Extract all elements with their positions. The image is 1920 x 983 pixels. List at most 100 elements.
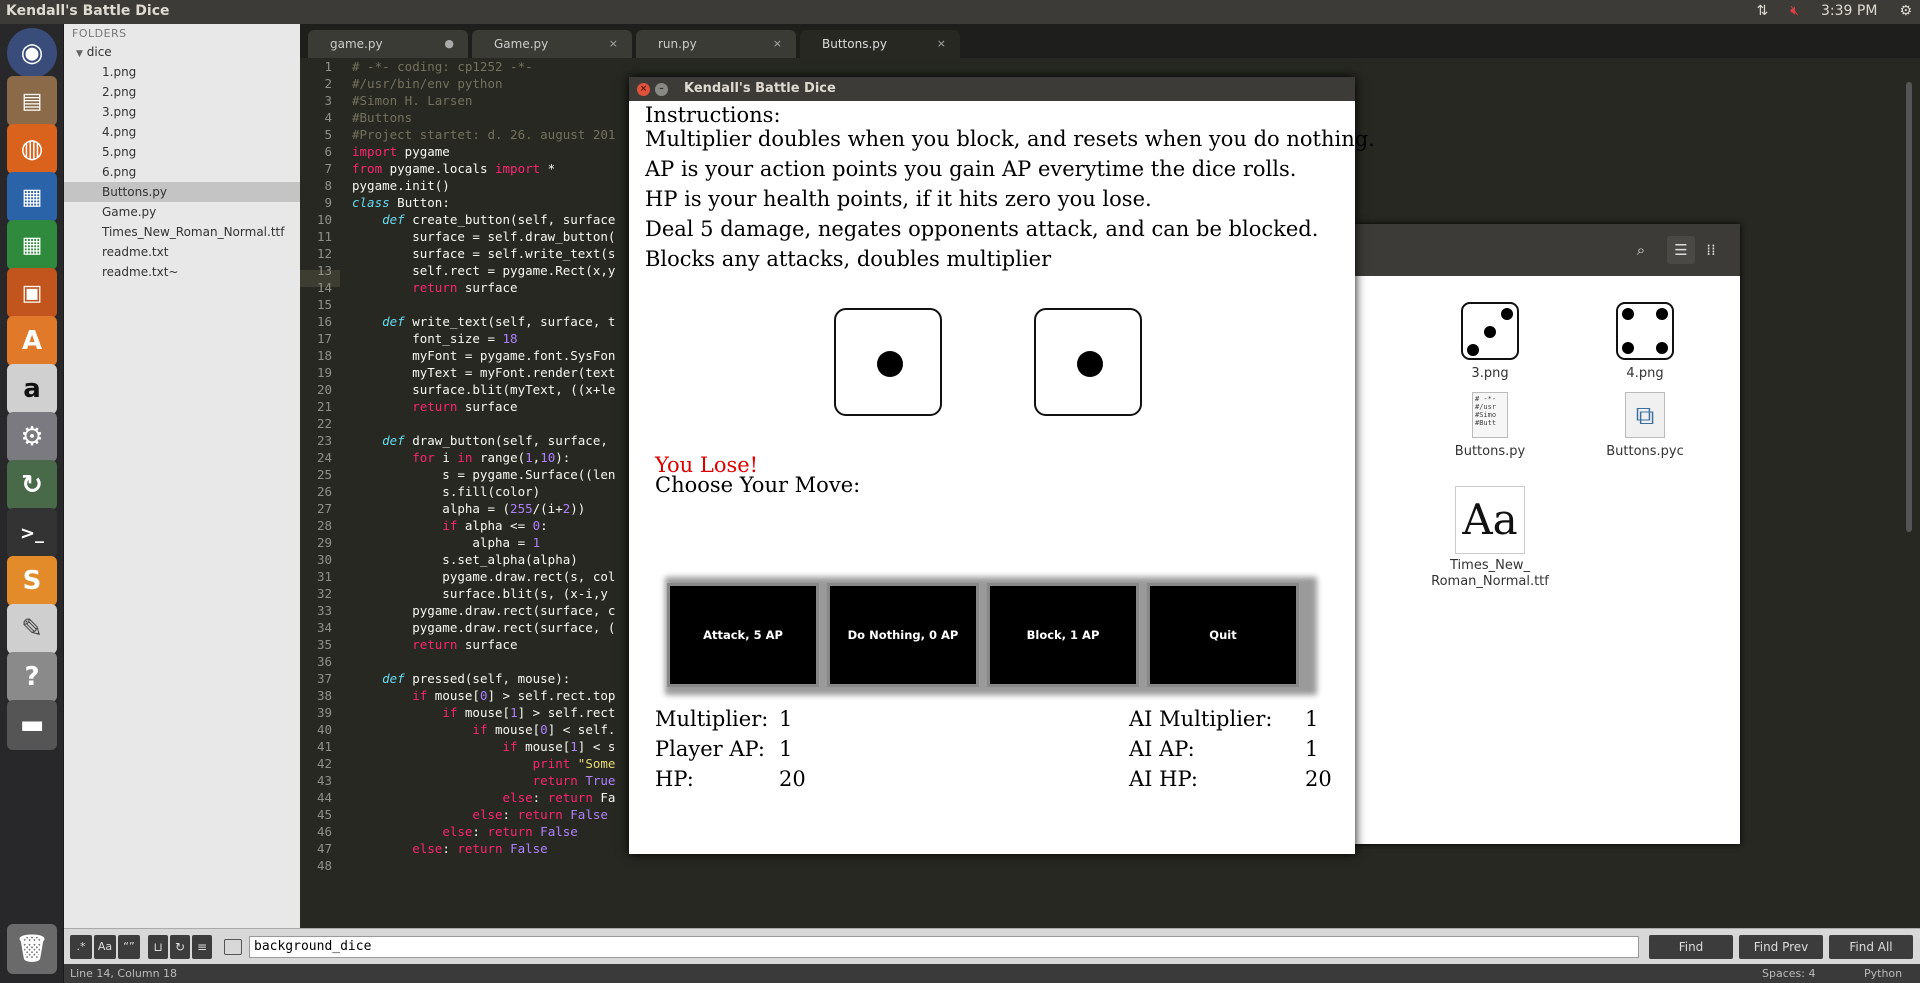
modified-dot-icon[interactable]: ● <box>444 30 454 58</box>
code-line: def create_button(self, surface <box>382 212 616 227</box>
code-line: #Buttons <box>352 110 413 125</box>
die-pip <box>877 351 903 377</box>
sidebar-file[interactable]: 6.png <box>64 162 300 182</box>
whole-word-toggle[interactable]: “” <box>118 935 140 959</box>
close-icon[interactable]: × <box>637 83 650 96</box>
line-number: 44 <box>316 790 332 805</box>
clock[interactable]: 3:39 PM <box>1821 3 1877 19</box>
ubuntu-dash-icon[interactable]: ◉ <box>7 28 57 78</box>
code-line: return surface <box>412 280 518 295</box>
code-line: # -*- coding: cp1252 -*- <box>352 59 533 74</box>
text-editor-icon[interactable]: ✎ <box>7 604 57 654</box>
grid-view-icon[interactable]: ⁞⁞ <box>1697 236 1725 264</box>
attack-button[interactable]: Attack, 5 AP <box>667 583 819 687</box>
sidebar-folder-dice[interactable]: ▼ dice <box>64 42 300 62</box>
terminal-icon[interactable]: >_ <box>7 508 57 558</box>
line-number-gutter: 1 2 3 4 5 6 7 8 9 10 11 12 13 14 15 16 17 18 19 20 21 22 23 24 2… <box>300 58 340 928</box>
sidebar-file[interactable]: 4.png <box>64 122 300 142</box>
list-view-icon[interactable]: ☰ <box>1667 236 1695 264</box>
update-manager-icon[interactable]: ↻ <box>7 460 57 510</box>
instructions-heading: Instructions: <box>645 103 781 127</box>
line-number: 17 <box>316 331 332 346</box>
tab-game-py[interactable]: game.py ● <box>308 30 468 58</box>
files-icon[interactable]: ▤ <box>7 76 57 126</box>
trash-icon[interactable]: 🗑︎ <box>7 924 57 974</box>
firefox-icon[interactable]: ◍ <box>7 124 57 174</box>
wrap-toggle[interactable]: ↻ <box>170 935 190 959</box>
game-canvas[interactable]: Instructions: Multiplier doubles when yo… <box>629 101 1375 854</box>
code-line: return surface <box>412 637 518 652</box>
code-line: alpha = 1 <box>352 535 541 550</box>
indentation-setting[interactable]: Spaces: 4 <box>1762 964 1815 983</box>
in-selection-toggle[interactable]: ≡ <box>192 935 212 959</box>
amazon-icon[interactable]: a <box>7 364 57 414</box>
gear-icon[interactable]: ⚙ <box>1899 3 1912 19</box>
sidebar-file[interactable]: Times_New_Roman_Normal.ttf <box>64 222 300 242</box>
dice-three-icon <box>1461 302 1519 360</box>
sidebar-file[interactable]: 3.png <box>64 102 300 122</box>
instruction-line: Deal 5 damage, negates opponents attack,… <box>645 217 1319 241</box>
floppy-disk-icon[interactable]: ▬ <box>7 700 57 750</box>
sidebar-file[interactable]: 2.png <box>64 82 300 102</box>
find-all-button[interactable]: Find All <box>1829 935 1913 959</box>
line-number: 20 <box>316 382 332 397</box>
game-titlebar[interactable]: × – Kendall's Battle Dice <box>629 77 1355 101</box>
system-settings-icon[interactable]: ⚙ <box>7 412 57 462</box>
help-icon[interactable]: ? <box>7 652 57 702</box>
highlight-toggle[interactable] <box>224 939 242 955</box>
search-icon[interactable]: ⌕ <box>1627 236 1655 264</box>
tab-run-py[interactable]: run.py × <box>636 30 796 58</box>
software-center-icon[interactable]: A <box>7 316 57 366</box>
find-button[interactable]: Find <box>1649 935 1733 959</box>
code-line: myFont = pygame.font.SysFon <box>352 348 616 363</box>
sidebar-file[interactable]: readme.txt <box>64 242 300 262</box>
minimize-icon[interactable]: – <box>655 83 668 96</box>
code-line: alpha = (255/(i+2)) <box>352 501 586 516</box>
regex-toggle[interactable]: .* <box>70 935 92 959</box>
player-hp-value: 20 <box>779 767 806 791</box>
code-area[interactable]: # -*- coding: cp1252 -*- #/usr/bin/env py… <box>352 58 615 928</box>
calc-icon[interactable]: ▦ <box>7 220 57 270</box>
find-prev-button[interactable]: Find Prev <box>1739 935 1823 959</box>
line-number: 8 <box>324 178 332 193</box>
reverse-toggle[interactable]: ⊔ <box>148 935 168 959</box>
file-icon-buttons-pyc[interactable]: ⧉ Buttons.pyc <box>1585 392 1705 459</box>
sidebar-file[interactable]: 5.png <box>64 142 300 162</box>
file-icon-font[interactable]: Aa Times_New_ Roman_Normal.ttf <box>1430 486 1550 590</box>
tab-game-py-2[interactable]: Game.py × <box>472 30 632 58</box>
syntax-mode[interactable]: Python <box>1864 964 1902 983</box>
line-number: 19 <box>316 365 332 380</box>
block-button[interactable]: Block, 1 AP <box>987 583 1139 687</box>
file-icon-buttons-py[interactable]: # -*- #/usr #Simo #Butt Buttons.py <box>1430 392 1550 459</box>
network-icon[interactable]: ⇅ <box>1756 3 1768 19</box>
line-number: 39 <box>316 705 332 720</box>
sound-muted-icon[interactable]: 🔇︎ <box>1790 3 1799 19</box>
close-icon[interactable]: × <box>773 30 782 58</box>
tab-buttons-py[interactable]: Buttons.py × <box>800 30 960 58</box>
instruction-line: Multiplier doubles when you block, and r… <box>645 127 1375 151</box>
code-line: s.set_alpha(alpha) <box>352 552 578 567</box>
sidebar-file-selected[interactable]: Buttons.py <box>64 182 300 202</box>
do-nothing-button[interactable]: Do Nothing, 0 AP <box>827 583 979 687</box>
sidebar-file[interactable]: 1.png <box>64 62 300 82</box>
close-icon[interactable]: × <box>937 30 946 58</box>
sidebar-file[interactable]: Game.py <box>64 202 300 222</box>
impress-icon[interactable]: ▣ <box>7 268 57 318</box>
case-toggle[interactable]: Aa <box>94 935 116 959</box>
code-line: pygame.init() <box>352 178 450 193</box>
quit-button[interactable]: Quit <box>1147 583 1299 687</box>
file-icon-3-png[interactable]: 3.png <box>1430 302 1550 381</box>
file-name: 3.png <box>1471 366 1509 381</box>
writer-icon[interactable]: ▦ <box>7 172 57 222</box>
find-input[interactable]: background_dice <box>249 936 1639 958</box>
line-number: 24 <box>316 450 332 465</box>
sublime-text-icon[interactable]: S <box>7 556 57 606</box>
line-number: 32 <box>316 586 332 601</box>
file-icon-4-png[interactable]: 4.png <box>1585 302 1705 381</box>
close-icon[interactable]: × <box>609 30 618 58</box>
line-number: 48 <box>316 858 332 873</box>
game-window-title: Kendall's Battle Dice <box>684 81 836 96</box>
sidebar-file[interactable]: readme.txt~ <box>64 262 300 282</box>
editor-scrollbar[interactable] <box>1906 82 1912 532</box>
code-line: else: return False <box>442 824 578 839</box>
